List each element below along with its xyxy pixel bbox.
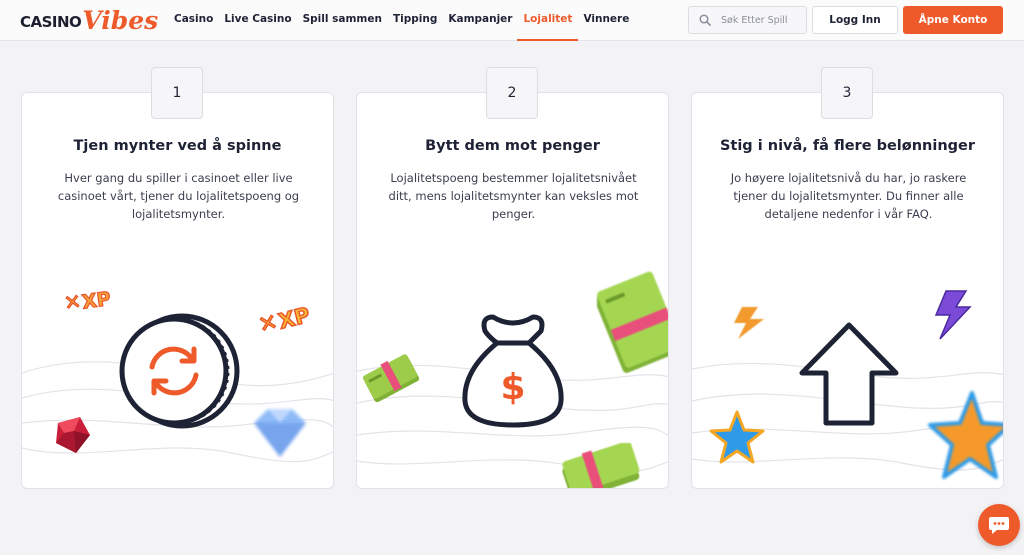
open-account-button[interactable]: Åpne Konto [903,6,1003,34]
nav-item-kampanjer[interactable]: Kampanjer [448,0,512,41]
star-icon [709,410,765,464]
lightning-bolt-icon [934,290,972,340]
nav-item-vinnere[interactable]: Vinnere [583,0,629,41]
step-description: Lojalitetspoeng bestemmer lojalitetsnivå… [388,171,639,221]
svg-text:XP: XP [276,303,312,334]
step-description: Jo høyere lojalitetsnivå du har, jo rask… [730,171,967,221]
search-box[interactable] [688,6,807,34]
search-input[interactable] [721,14,803,26]
step-number-badge: 2 [486,67,538,119]
ruby-gem-icon [56,417,90,453]
lightning-bolt-icon [734,307,764,339]
casino-vibes-logo[interactable]: CASINO Vibes [20,4,158,36]
xp-badge-icon: ✕ XP [62,287,113,315]
svg-text:$: $ [500,367,525,408]
nav-item-spill-sammen[interactable]: Spill sammen [303,0,382,41]
money-bag-icon: $ [462,314,564,428]
cash-stack-icon [562,443,640,488]
chat-button[interactable] [978,504,1020,546]
logo-text-vibes: Vibes [82,6,159,35]
main-nav: Casino Live Casino Spill sammen Tipping … [174,0,640,41]
nav-item-casino[interactable]: Casino [174,0,213,41]
nav-item-tipping[interactable]: Tipping [393,0,437,41]
nav-item-lojalitet[interactable]: Lojalitet [517,0,579,41]
search-icon [699,14,711,26]
step-card-exchange: Bytt dem mot penger Lojalitetspoeng best… [356,92,669,489]
top-header: CASINO Vibes Casino Live Casino Spill sa… [0,0,1024,41]
step-description: Hver gang du spiller i casinoet eller li… [57,171,300,221]
login-button[interactable]: Logg Inn [812,6,898,34]
svg-text:✕: ✕ [63,289,83,315]
logo-text-casino: CASINO [20,13,82,31]
coin-refresh-icon [119,313,240,429]
step-number-badge: 3 [821,67,873,119]
svg-text:XP: XP [81,288,112,314]
diamond-icon [254,409,306,457]
step-title: Stig i nivå, få flere belønninger [719,138,976,154]
chat-icon [989,517,1009,534]
star-icon [928,391,1003,479]
step-title: Bytt dem mot penger [425,138,600,154]
step-number-badge: 1 [151,67,203,119]
xp-badge-icon: ✕ XP [256,302,312,335]
step-title: Tjen mynter ved å spinne [73,138,282,154]
cash-stack-icon [363,354,420,403]
cash-stack-icon [597,271,668,373]
step-card-level-up: Stig i nivå, få flere belønninger Jo høy… [691,92,1004,489]
step-card-earn-coins: Tjen mynter ved å spinne Hver gang du sp… [21,92,334,489]
arrow-up-icon [799,322,899,426]
nav-item-live-casino[interactable]: Live Casino [224,0,291,41]
